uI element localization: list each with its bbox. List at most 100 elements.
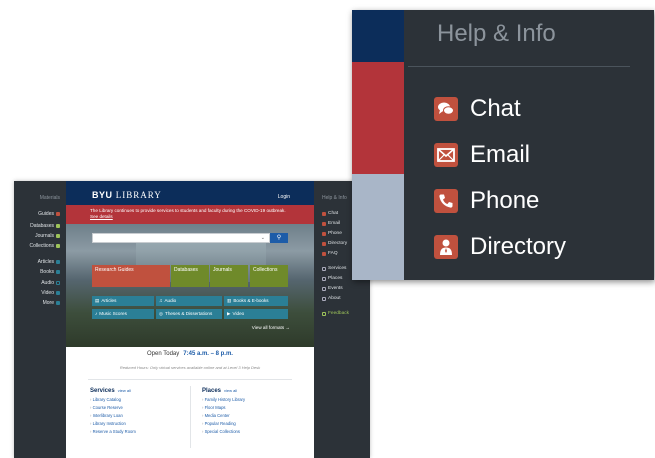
- email-icon: [434, 143, 458, 167]
- directory-icon: [434, 235, 458, 259]
- databases-icon: [56, 224, 60, 228]
- services-icon: [322, 266, 326, 271]
- help-item-directory[interactable]: Directory: [322, 241, 347, 246]
- audio-icon: ♫: [159, 298, 163, 303]
- sidebar-item-more[interactable]: More: [43, 300, 60, 306]
- top-bar: BYU LIBRARY Login: [66, 181, 314, 205]
- more-icon: [56, 301, 60, 305]
- faq-icon: [322, 251, 326, 256]
- hours-time[interactable]: 7:45 a.m. – 8 p.m.: [183, 351, 233, 357]
- help-item-services[interactable]: Services: [322, 266, 346, 271]
- help-info-panel: Help & Info Chat Email Phone Directory: [404, 10, 654, 280]
- format-books[interactable]: ▥ Books & E-books: [224, 296, 288, 306]
- column-divider: [190, 386, 191, 448]
- about-icon: [322, 296, 326, 301]
- library-logo[interactable]: BYU LIBRARY: [92, 190, 162, 200]
- sidebar-item-articles[interactable]: Articles: [38, 259, 60, 265]
- books-icon: ▥: [227, 298, 232, 303]
- places-icon: [322, 276, 326, 281]
- search-input[interactable]: ⌄: [92, 233, 270, 243]
- theses-icon: ◎: [159, 311, 164, 316]
- email-icon: [322, 221, 326, 226]
- alert-text: The Library continues to provide service…: [90, 208, 286, 213]
- format-articles[interactable]: ▤ Articles: [92, 296, 154, 306]
- hero-image: ⌄ ⚲ Research Guides Databases Journals C…: [66, 224, 314, 347]
- help-item-label: Phone: [470, 187, 540, 214]
- phone-icon: [322, 231, 326, 236]
- figure: Materials Guides Databases Journals Coll…: [0, 0, 655, 458]
- services-link[interactable]: Course Reserve: [90, 405, 190, 410]
- help-info-zoom-inset: Help & Info Chat Email Phone Directory: [352, 10, 654, 280]
- services-link[interactable]: Interlibrary Loan: [90, 413, 190, 418]
- view-all-formats-link[interactable]: View all formats →: [252, 325, 290, 330]
- help-item-label: Directory: [470, 233, 567, 260]
- format-theses[interactable]: ◎ Theses & Dissertations: [156, 309, 222, 319]
- places-link[interactable]: Media Center: [202, 413, 302, 418]
- help-item-email[interactable]: Email: [434, 141, 530, 169]
- tile-journals[interactable]: Journals: [210, 265, 248, 287]
- tile-research-guides[interactable]: Research Guides: [92, 265, 170, 287]
- main-content: BYU LIBRARY Login The Library continues …: [66, 181, 314, 458]
- services-view-all-link[interactable]: view all: [118, 388, 131, 393]
- guides-icon: [56, 212, 60, 216]
- places-view-all-link[interactable]: view all: [224, 388, 237, 393]
- format-music-scores[interactable]: ♪ Music Scores: [92, 309, 154, 319]
- library-screenshot: Materials Guides Databases Journals Coll…: [14, 181, 370, 458]
- places-section: Placesview all Family History Library Fl…: [202, 388, 302, 434]
- help-item-feedback[interactable]: Feedback: [322, 311, 349, 316]
- directory-icon: [322, 241, 326, 246]
- format-audio[interactable]: ♫ Audio: [156, 296, 222, 306]
- help-item-events[interactable]: Events: [322, 286, 343, 291]
- help-item-email[interactable]: Email: [322, 221, 340, 226]
- places-link[interactable]: Popular Reading: [202, 421, 302, 426]
- help-info-heading: Help & Info: [437, 20, 556, 47]
- divider: [88, 379, 292, 380]
- places-heading: Places view all: [202, 388, 238, 394]
- chevron-down-icon[interactable]: ⌄: [261, 235, 265, 241]
- help-item-about[interactable]: About: [322, 296, 341, 301]
- help-item-phone[interactable]: Phone: [322, 231, 342, 236]
- articles-icon: ▤: [95, 298, 100, 303]
- services-link[interactable]: Reserve a Study Room: [90, 429, 190, 434]
- help-item-label: Email: [470, 141, 531, 168]
- music-icon: ♪: [95, 311, 98, 316]
- tile-collections[interactable]: Collections: [250, 265, 288, 287]
- search-button[interactable]: ⚲: [270, 233, 288, 243]
- help-item-phone[interactable]: Phone: [434, 187, 539, 215]
- sidebar-item-audio[interactable]: Audio: [41, 280, 60, 286]
- help-item-directory[interactable]: Directory: [434, 233, 566, 261]
- journals-icon: [56, 234, 60, 238]
- video-icon: [56, 291, 60, 295]
- sidebar-item-books[interactable]: Books: [40, 269, 60, 275]
- login-link[interactable]: Login: [278, 194, 290, 200]
- help-item-label: Chat: [470, 95, 521, 122]
- services-link[interactable]: Library Catalog: [90, 397, 190, 402]
- sidebar-item-video[interactable]: Video: [41, 290, 60, 296]
- places-link[interactable]: Family History Library: [202, 397, 302, 402]
- feedback-icon: [322, 311, 326, 316]
- collections-icon: [56, 244, 60, 248]
- audio-icon: [56, 281, 60, 285]
- tile-databases[interactable]: Databases: [171, 265, 209, 287]
- help-item-places[interactable]: Places: [322, 276, 342, 281]
- left-sidebar-heading: Materials: [39, 195, 60, 201]
- events-icon: [322, 286, 326, 291]
- divider: [408, 66, 630, 67]
- sidebar-item-journals[interactable]: Journals: [35, 233, 60, 239]
- places-link[interactable]: Floor Maps: [202, 405, 302, 410]
- help-item-chat[interactable]: Chat: [322, 211, 338, 216]
- help-item-chat[interactable]: Chat: [434, 95, 521, 123]
- sidebar-item-databases[interactable]: Databases: [30, 223, 60, 229]
- alert-banner: The Library continues to provide service…: [66, 205, 314, 224]
- hours-label: Open Today: [147, 351, 180, 357]
- sidebar-item-guides[interactable]: Guides: [38, 211, 60, 217]
- books-icon: [56, 270, 60, 274]
- places-link[interactable]: Special Collections: [202, 429, 302, 434]
- help-item-faq[interactable]: FAQ: [322, 251, 338, 256]
- format-video[interactable]: ▶ Video: [224, 309, 288, 319]
- sidebar-item-collections[interactable]: Collections: [30, 243, 60, 249]
- right-sidebar-heading: Help & Info: [322, 195, 347, 201]
- alert-strip: [352, 62, 404, 174]
- services-link[interactable]: Library Instruction: [90, 421, 190, 426]
- alert-details-link[interactable]: See details: [90, 214, 113, 219]
